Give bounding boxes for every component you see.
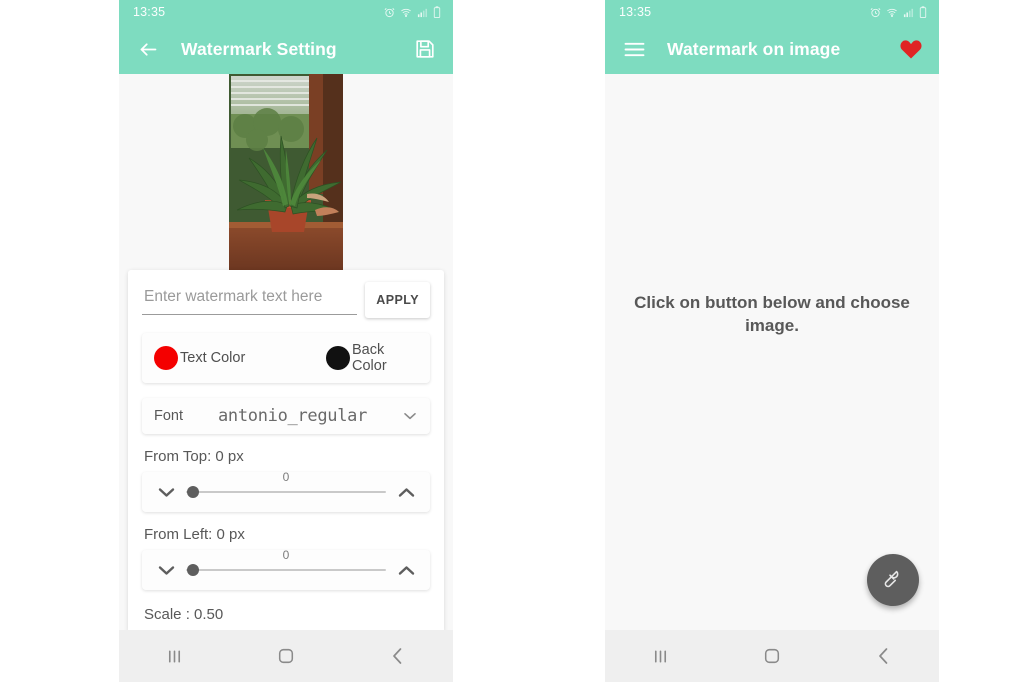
choose-image-fab[interactable] xyxy=(867,554,919,606)
phone-screen-watermark-setting: 13:35 Watermark Setting Enter watermark … xyxy=(119,0,453,682)
arrow-left-icon[interactable] xyxy=(135,36,161,62)
text-color-swatch[interactable] xyxy=(154,346,178,371)
alarm-icon xyxy=(384,7,395,18)
back-chevron-icon[interactable] xyxy=(853,636,913,676)
from-left-increment-chevron-up-icon[interactable] xyxy=(396,565,416,576)
battery-icon xyxy=(919,6,927,18)
hamburger-menu-icon[interactable] xyxy=(621,36,647,62)
page-title: Watermark on image xyxy=(667,38,841,59)
status-bar-left: 13:35 xyxy=(119,0,453,24)
back-chevron-icon[interactable] xyxy=(367,636,427,676)
home-icon[interactable] xyxy=(256,636,316,676)
font-label: Font xyxy=(154,408,184,425)
font-selector[interactable]: Font antonio_regular xyxy=(142,398,430,435)
signal-icon xyxy=(903,7,914,18)
from-left-slider-track xyxy=(186,569,386,572)
watermark-settings-card: APPLY Text Color Back Color Font antonio… xyxy=(128,270,444,630)
from-left-slider-value: 0 xyxy=(282,548,290,563)
from-top-increment-chevron-up-icon[interactable] xyxy=(396,487,416,498)
app-bar-right: Watermark on image xyxy=(605,24,939,74)
scale-label: Scale : 0.50 xyxy=(144,606,224,624)
font-value: antonio_regular xyxy=(217,406,368,427)
signal-icon xyxy=(417,7,428,18)
apply-button[interactable]: APPLY xyxy=(365,282,430,318)
from-left-decrement-chevron-down-icon[interactable] xyxy=(156,565,176,576)
system-nav-bar-left xyxy=(119,630,453,682)
content-area-left: APPLY Text Color Back Color Font antonio… xyxy=(119,74,453,630)
status-bar-icons xyxy=(870,6,927,18)
from-top-label: From Top: 0 px xyxy=(144,448,244,466)
content-area-right: Click on button below and choose image. xyxy=(605,74,939,630)
watermark-text-input[interactable] xyxy=(142,284,358,315)
status-bar-clock: 13:35 xyxy=(619,5,652,19)
from-top-slider-value: 0 xyxy=(282,470,290,485)
status-bar-right: 13:35 xyxy=(605,0,939,24)
recents-icon[interactable] xyxy=(145,636,205,676)
heart-icon[interactable] xyxy=(897,35,925,63)
home-icon[interactable] xyxy=(742,636,802,676)
wifi-icon xyxy=(886,7,898,18)
from-top-slider-row[interactable]: 0 xyxy=(142,470,430,513)
alarm-icon xyxy=(870,7,881,18)
from-top-slider[interactable]: 0 xyxy=(186,470,386,503)
image-preview-wrapper xyxy=(119,74,453,272)
stamp-icon xyxy=(881,567,905,594)
text-color-picker[interactable]: Text Color xyxy=(154,346,326,371)
text-color-label: Text Color xyxy=(180,350,246,367)
back-color-swatch[interactable] xyxy=(326,346,350,371)
chevron-down-icon[interactable] xyxy=(402,412,418,420)
from-top-slider-track xyxy=(186,491,386,494)
from-left-slider-thumb[interactable] xyxy=(187,564,199,577)
save-floppy-icon[interactable] xyxy=(411,35,439,63)
from-left-slider-row[interactable]: 0 xyxy=(142,548,430,591)
page-title: Watermark Setting xyxy=(181,38,337,59)
from-top-decrement-chevron-down-icon[interactable] xyxy=(156,487,176,498)
status-bar-icons xyxy=(384,6,441,18)
phone-screen-watermark-on-image: 13:35 Watermark on image Click on button… xyxy=(605,0,939,682)
from-top-slider-thumb[interactable] xyxy=(187,486,199,499)
watermark-text-row: APPLY xyxy=(142,282,430,318)
system-nav-bar-right xyxy=(605,630,939,682)
from-left-label: From Left: 0 px xyxy=(144,526,245,544)
status-bar-clock: 13:35 xyxy=(133,5,166,19)
preview-image[interactable] xyxy=(229,74,343,272)
back-color-label: Back Color xyxy=(352,342,387,375)
wifi-icon xyxy=(400,7,412,18)
back-color-picker[interactable]: Back Color xyxy=(326,342,418,374)
from-left-slider[interactable]: 0 xyxy=(186,548,386,581)
recents-icon[interactable] xyxy=(631,636,691,676)
battery-icon xyxy=(433,6,441,18)
empty-state-message: Click on button below and choose image. xyxy=(634,293,910,335)
color-pickers-panel: Text Color Back Color xyxy=(142,333,430,384)
screenshot-canvas: 13:35 Watermark Setting Enter watermark … xyxy=(0,0,1024,682)
app-bar-left: Watermark Setting xyxy=(119,24,453,74)
